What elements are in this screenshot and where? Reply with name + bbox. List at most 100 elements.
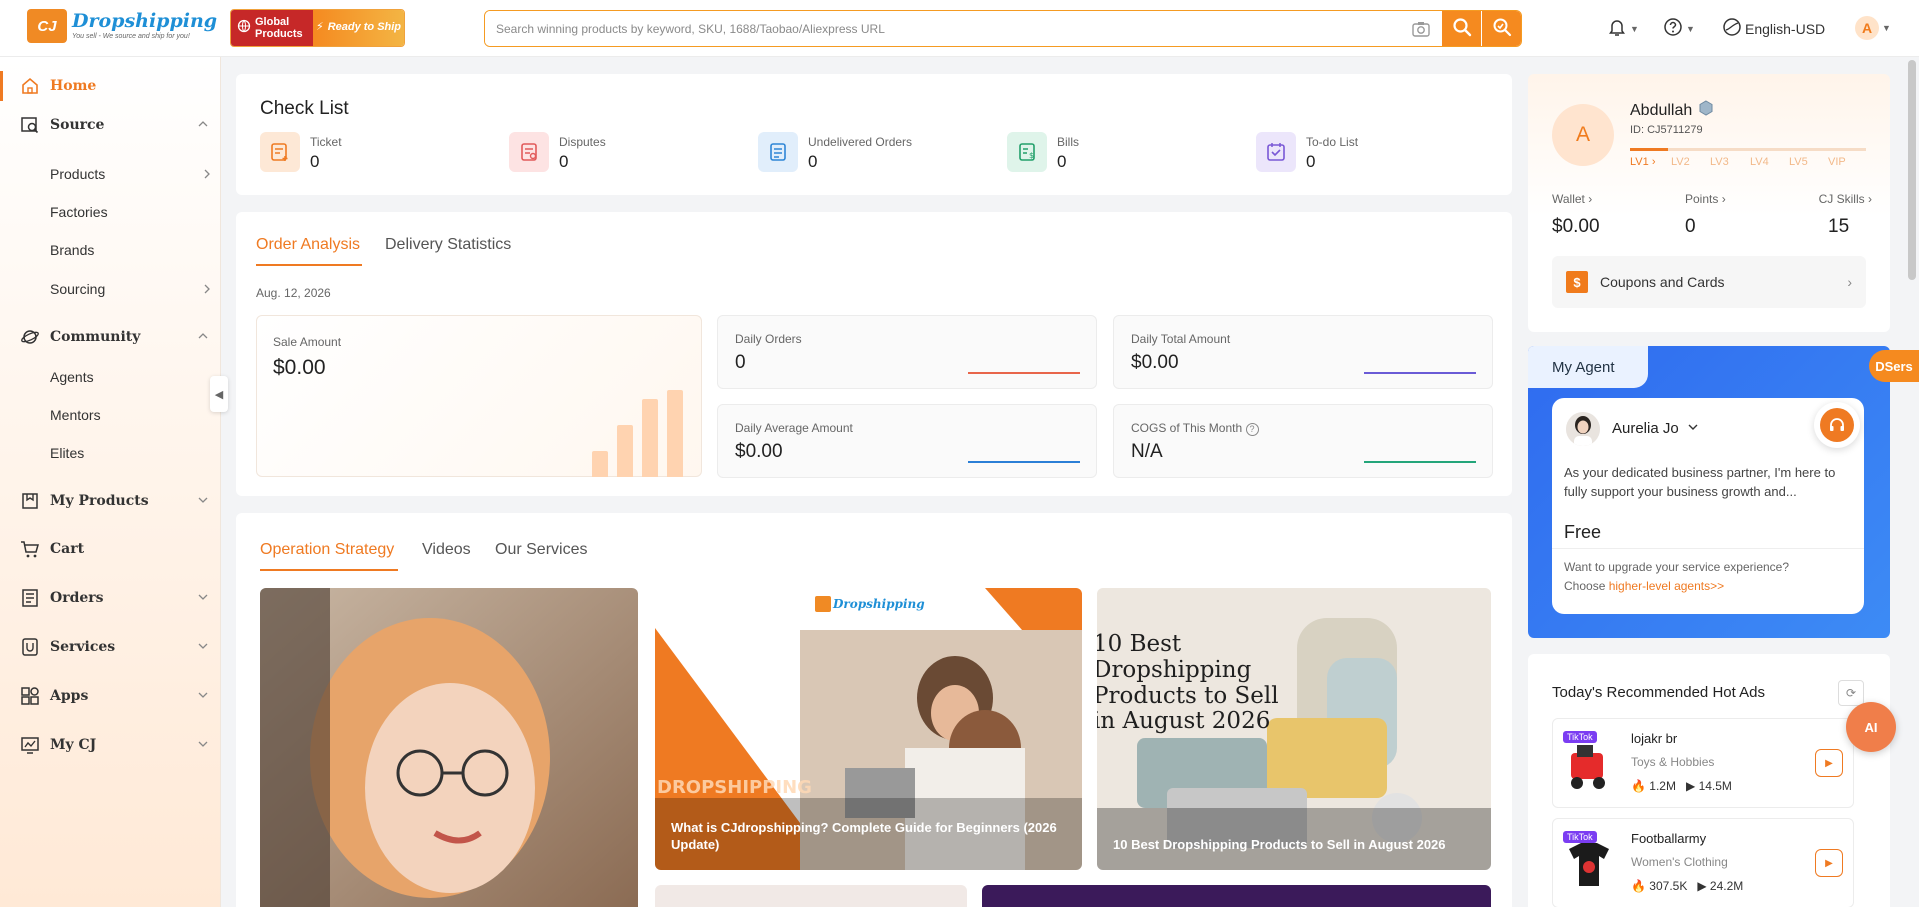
camera-icon[interactable] <box>1401 21 1441 37</box>
sidebar-item-cart[interactable]: Cart <box>0 534 221 564</box>
agent-name-dropdown[interactable]: Aurelia Jo <box>1612 420 1699 437</box>
checklist-ticket[interactable]: Ticket 0 <box>260 132 342 172</box>
services-icon <box>20 637 40 657</box>
ai-icon: AI <box>1864 719 1878 735</box>
help-button[interactable]: ▼ <box>1663 17 1695 40</box>
search-button[interactable] <box>1441 11 1481 46</box>
checklist-disputes[interactable]: Disputes 0 <box>509 132 606 172</box>
tab-our-services[interactable]: Our Services <box>495 541 587 559</box>
tab-videos[interactable]: Videos <box>422 541 471 559</box>
agent-name: Aurelia Jo <box>1612 420 1679 437</box>
stat-value: N/A <box>1131 441 1163 462</box>
logo-mark: CJ <box>27 9 67 43</box>
trend-line <box>968 461 1080 463</box>
points-metric[interactable]: Points › 0 <box>1685 192 1726 238</box>
sidebar-subitem-sourcing[interactable]: Sourcing <box>50 276 215 302</box>
ad-name: Footballarmy <box>1631 831 1707 846</box>
agent-avatar <box>1566 412 1600 446</box>
stat-label: Daily Average Amount <box>735 421 853 435</box>
sidebar-item-orders[interactable]: Orders <box>0 583 221 613</box>
ai-assistant-button[interactable]: AI <box>1846 702 1896 752</box>
active-tab-indicator <box>256 264 362 266</box>
sidebar-item-source[interactable]: Source <box>0 110 221 140</box>
sidebar-subitem-label: Sourcing <box>50 281 106 297</box>
sidebar-subitem-elites[interactable]: Elites <box>50 440 215 466</box>
logo[interactable]: CJ Dropshipping You sell - We source and… <box>27 9 217 43</box>
avatar[interactable]: A <box>1552 104 1614 166</box>
sidebar-subitem-products[interactable]: Products <box>50 161 215 187</box>
article-card-5[interactable] <box>982 885 1491 907</box>
ad-views: 14.5M <box>1698 779 1732 793</box>
daily-orders-panel: Daily Orders 0 <box>717 315 1097 389</box>
account-menu[interactable]: A ▼ <box>1855 16 1891 40</box>
article-card-3[interactable]: 10 Best Dropshipping Products to Sell in… <box>1097 588 1491 870</box>
sidebar-item-services[interactable]: Services <box>0 632 221 662</box>
higher-level-agents-link[interactable]: higher-level agents>> <box>1609 579 1724 593</box>
page-scrollbar[interactable] <box>1908 60 1916 280</box>
sidebar-item-my-cj[interactable]: My CJ <box>0 730 221 760</box>
refresh-icon[interactable]: ⟳ <box>1838 680 1864 706</box>
play-icon: ▶ <box>1825 757 1833 769</box>
globe-icon <box>1722 17 1742 40</box>
daily-total-panel: Daily Total Amount $0.00 <box>1113 315 1493 389</box>
cogs-panel: COGS of This Month ? N/A <box>1113 404 1493 478</box>
promo-banner[interactable]: Global Products ⚡ Ready to Ship <box>230 9 405 47</box>
my-agent-card: My Agent Aurelia Jo As your dedicated bu… <box>1528 346 1890 638</box>
sale-amount-value: $0.00 <box>273 356 326 379</box>
checklist-bills[interactable]: $ Bills 0 <box>1007 132 1079 172</box>
article-card-1[interactable] <box>260 588 638 907</box>
operation-strategy-card: Operation Strategy Videos Our Services D… <box>236 513 1512 907</box>
image-search-button[interactable] <box>1481 11 1521 46</box>
sidebar-collapse-button[interactable]: ◀ <box>210 376 228 412</box>
level-lv5: LV5 <box>1789 156 1808 168</box>
home-icon <box>20 76 40 96</box>
ticket-icon <box>260 132 300 172</box>
profile-name: Abdullah <box>1630 101 1693 119</box>
upgrade-question: Want to upgrade your service experience? <box>1564 560 1790 574</box>
checklist-undelivered[interactable]: Undelivered Orders 0 <box>758 132 912 172</box>
tab-order-analysis[interactable]: Order Analysis <box>256 236 360 254</box>
article-card-4[interactable] <box>655 885 967 907</box>
level-lv1[interactable]: LV1 › <box>1630 156 1656 168</box>
hot-ads-title: Today's Recommended Hot Ads <box>1552 684 1765 701</box>
sidebar-item-community[interactable]: Community <box>0 322 221 352</box>
sidebar-item-home[interactable]: Home <box>0 71 221 101</box>
ad-stats: 🔥 307.5K ▶ 24.2M <box>1631 879 1743 893</box>
dsers-button[interactable]: DSers <box>1869 350 1919 382</box>
sidebar-item-label: My Products <box>50 493 149 509</box>
tab-delivery-statistics[interactable]: Delivery Statistics <box>385 236 511 254</box>
search-input[interactable] <box>485 11 1401 46</box>
wallet-metric[interactable]: Wallet › $0.00 <box>1552 192 1600 238</box>
sidebar-subitem-agents[interactable]: Agents <box>50 364 215 390</box>
box-icon <box>20 491 40 511</box>
lightning-icon: ⚡ <box>315 21 324 34</box>
analysis-date: Aug. 12, 2026 <box>256 286 331 300</box>
info-icon[interactable]: ? <box>1245 423 1259 436</box>
play-video-button[interactable]: ▶ <box>1815 849 1843 877</box>
play-small-icon: ▶ <box>1697 879 1707 893</box>
level-label: LV1 <box>1630 156 1649 168</box>
stat-value: 0 <box>735 352 746 373</box>
sidebar-item-apps[interactable]: Apps <box>0 681 221 711</box>
play-video-button[interactable]: ▶ <box>1815 749 1843 777</box>
sidebar-subitem-factories[interactable]: Factories <box>50 199 215 225</box>
checklist-todo[interactable]: To-do List 0 <box>1256 132 1358 172</box>
sidebar-item-my-products[interactable]: My Products <box>0 486 221 516</box>
promo-ready-label: Ready to Ship <box>327 21 402 34</box>
level-vip: VIP <box>1828 156 1846 168</box>
hot-ad-row[interactable]: TikTok lojakr br Toys & Hobbies 🔥 1.2M ▶… <box>1552 718 1854 808</box>
notifications-button[interactable]: ▼ <box>1607 17 1639 40</box>
chevron-down-icon <box>1687 420 1699 437</box>
hot-ad-row[interactable]: TikTok Footballarmy Women's Clothing 🔥 3… <box>1552 818 1854 907</box>
language-selector[interactable]: English-USD <box>1722 17 1825 40</box>
sidebar-subitem-brands[interactable]: Brands <box>50 237 215 263</box>
sidebar-subitem-mentors[interactable]: Mentors <box>50 402 215 428</box>
decor-bar <box>667 390 683 477</box>
coupons-and-cards-button[interactable]: $ Coupons and Cards › <box>1552 256 1866 308</box>
contact-agent-button[interactable] <box>1814 402 1860 448</box>
tab-operation-strategy[interactable]: Operation Strategy <box>260 541 394 559</box>
ad-category: Women's Clothing <box>1631 855 1728 869</box>
skills-metric[interactable]: CJ Skills › 15 <box>1812 192 1872 238</box>
checklist-value: 0 <box>1057 152 1067 171</box>
article-card-2[interactable]: Dropshipping DROPSHIPPING What is CJdrop… <box>655 588 1082 870</box>
